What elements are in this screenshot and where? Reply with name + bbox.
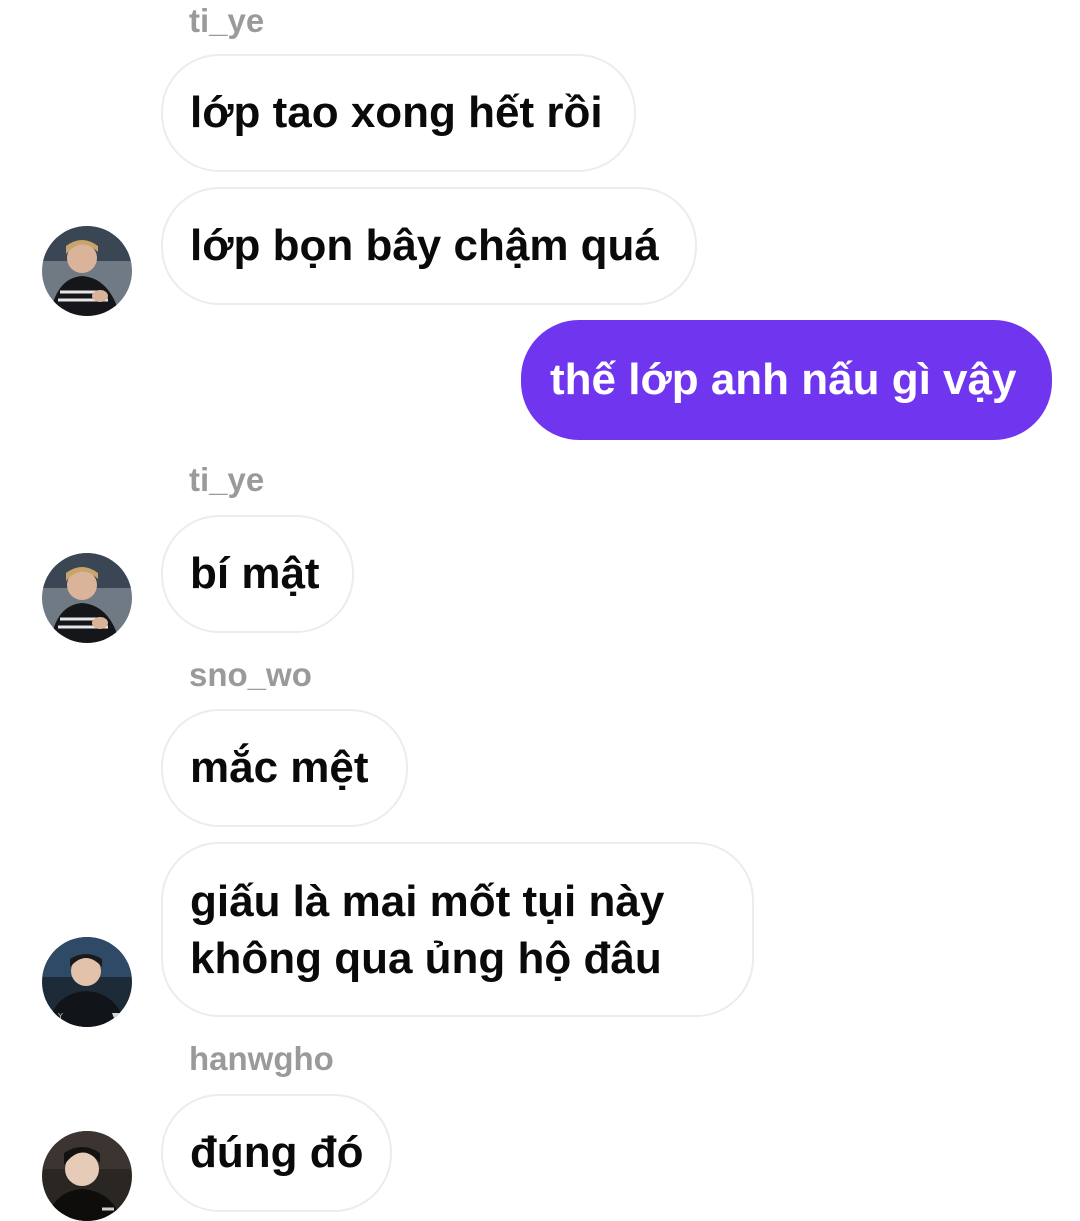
- sender-name: sno_wo: [189, 656, 312, 693]
- avatar[interactable]: [42, 1131, 132, 1221]
- message-bubble-received[interactable]: giấu là mai mốt tụi này không qua ủng hộ…: [161, 842, 754, 1017]
- message-text-line: không qua ủng hộ đâu: [190, 933, 662, 983]
- sender-name: hanwgho: [189, 1040, 334, 1077]
- message-text: bí mật: [190, 549, 320, 598]
- avatar-photo-icon: [42, 1131, 132, 1221]
- avatar[interactable]: [42, 226, 132, 316]
- avatar-photo-icon: [42, 553, 132, 643]
- message-text: giấu là mai mốt tụi này không qua ủng hộ…: [190, 873, 664, 987]
- message-bubble-received[interactable]: đúng đó: [161, 1094, 392, 1212]
- message-bubble-received[interactable]: lớp tao xong hết rồi: [161, 54, 636, 172]
- message-bubble-received[interactable]: lớp bọn bây chậm quá: [161, 187, 697, 305]
- avatar-photo-icon: Y: [42, 937, 132, 1027]
- avatar-photo-icon: [42, 226, 132, 316]
- svg-text:Y: Y: [57, 1012, 63, 1021]
- message-bubble-received[interactable]: bí mật: [161, 515, 354, 633]
- sender-name: ti_ye: [189, 2, 265, 39]
- message-text: mắc mệt: [190, 743, 369, 792]
- message-text-line: giấu là mai mốt tụi này: [190, 876, 665, 926]
- message-text: đúng đó: [190, 1128, 364, 1177]
- message-text: lớp tao xong hết rồi: [190, 88, 603, 137]
- message-text: thế lớp anh nấu gì vậy: [550, 355, 1017, 404]
- message-bubble-received[interactable]: mắc mệt: [161, 709, 408, 827]
- message-text: lớp bọn bây chậm quá: [190, 221, 659, 270]
- sender-name: ti_ye: [189, 461, 265, 498]
- avatar[interactable]: [42, 553, 132, 643]
- message-bubble-sent[interactable]: thế lớp anh nấu gì vậy: [521, 320, 1052, 440]
- avatar[interactable]: Y: [42, 937, 132, 1027]
